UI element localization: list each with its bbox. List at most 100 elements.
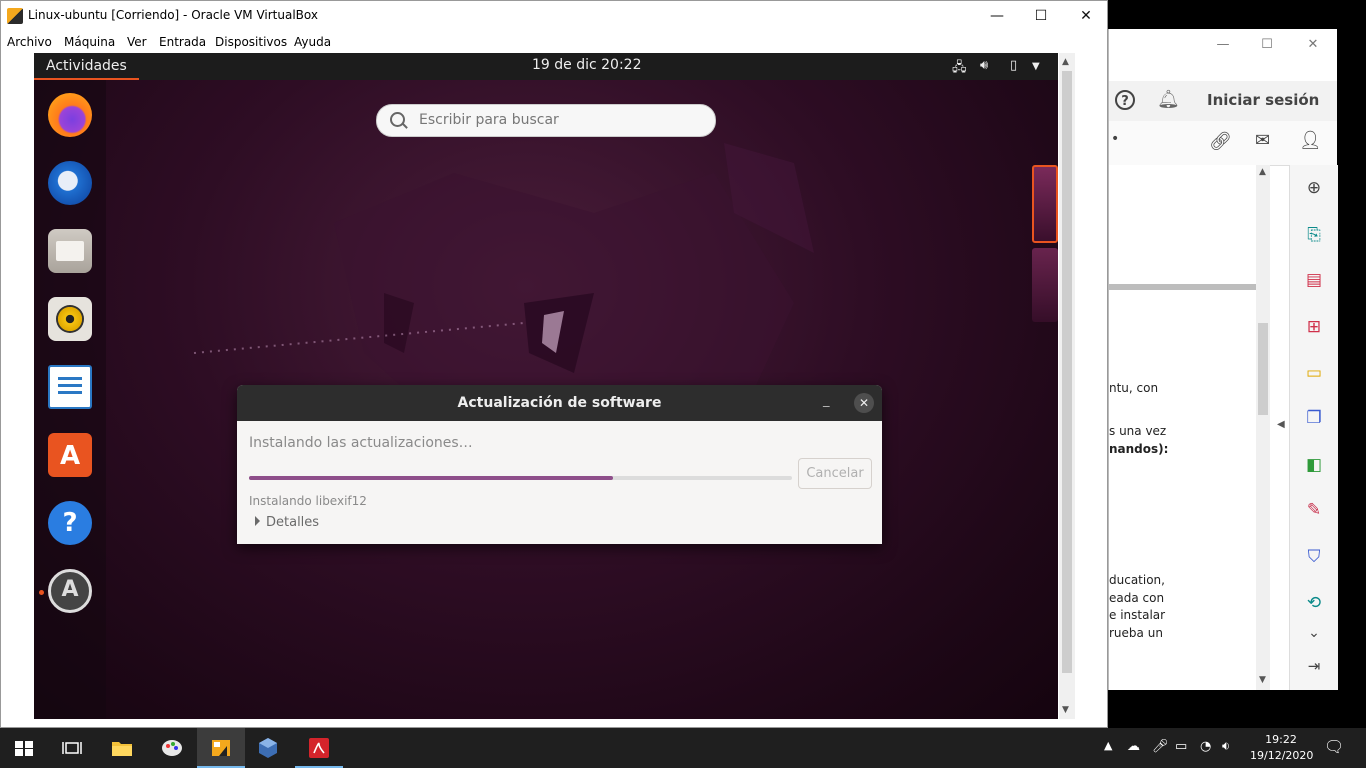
wifi-icon[interactable]: ◔ xyxy=(1200,739,1211,754)
taskbar-virtualbox-vm[interactable] xyxy=(197,728,245,768)
create-pdf-icon[interactable]: ⊞ xyxy=(1302,315,1326,339)
scan-icon[interactable]: ⟲ xyxy=(1302,591,1326,615)
onedrive-icon[interactable]: ☁ xyxy=(1127,739,1140,754)
status-text: Instalando las actualizaciones… xyxy=(249,435,473,451)
search-bar[interactable] xyxy=(376,104,716,137)
network-icon[interactable]: 🖧︎ xyxy=(952,58,967,80)
menu-ver[interactable]: Ver xyxy=(127,35,147,49)
panel-collapse-icon[interactable]: ◀ xyxy=(1277,419,1285,430)
doc-line: nandos): xyxy=(1109,442,1169,456)
software-updater-icon[interactable]: A xyxy=(48,569,92,613)
window-title: Linux-ubuntu [Corriendo] - Oracle VM Vir… xyxy=(28,8,318,22)
minimize-icon[interactable]: — xyxy=(1215,37,1231,53)
vbox-scrollbar[interactable]: ▲ ▼ xyxy=(1059,53,1075,719)
acrobat-document-pane: ntu, con s una vez nandos): ducation, ea… xyxy=(1109,165,1256,690)
dialog-title: Actualización de software xyxy=(457,395,662,411)
scroll-down-icon[interactable]: ▼ xyxy=(1062,705,1069,715)
close-icon[interactable]: ✕ xyxy=(854,393,874,413)
comment-icon[interactable]: ▭ xyxy=(1302,361,1326,385)
taskbar-virtualbox-manager[interactable] xyxy=(244,728,292,768)
scroll-thumb[interactable] xyxy=(1258,323,1268,415)
folder-icon xyxy=(112,742,132,756)
ubuntu-software-icon[interactable]: A xyxy=(48,433,92,477)
close-icon[interactable]: ✕ xyxy=(1305,37,1321,53)
acrobat-top-toolbar: ? 🔔︎ Iniciar sesión xyxy=(1109,81,1337,122)
protect-icon[interactable]: ⛉ xyxy=(1302,545,1326,569)
progress-fill xyxy=(249,476,613,480)
acrobat-second-toolbar: • 🔗︎ ✉ 👤︎ xyxy=(1109,121,1337,166)
ubuntu-desktop: Actividades 19 de dic 20:22 🖧︎ 🔊︎ ▯ ▼ A xyxy=(34,53,1058,719)
rhythmbox-icon[interactable] xyxy=(48,297,92,341)
menu-entrada[interactable]: Entrada xyxy=(159,35,206,49)
taskbar-clock[interactable]: 19:22 19/12/2020 xyxy=(1250,732,1313,764)
microphone-icon[interactable]: 🎤︎ xyxy=(1152,739,1169,754)
acrobat-window: — ☐ ✕ ? 🔔︎ Iniciar sesión • 🔗︎ ✉ 👤︎ ntu,… xyxy=(1108,29,1338,690)
search-input[interactable] xyxy=(417,111,701,129)
link-icon[interactable]: 🔗︎ xyxy=(1209,131,1232,152)
virtualbox-vm-icon xyxy=(212,740,230,756)
help-icon[interactable]: ? xyxy=(48,501,92,545)
minimize-icon[interactable]: _ xyxy=(823,393,837,409)
dialog-header: Actualización de software _ ✕ xyxy=(237,385,882,421)
task-view-button[interactable] xyxy=(48,728,96,768)
libreoffice-writer-icon[interactable] xyxy=(48,365,92,409)
chevron-down-icon[interactable]: ⌄ xyxy=(1302,621,1326,645)
scroll-up-icon[interactable]: ▲ xyxy=(1259,167,1266,177)
cancel-button[interactable]: Cancelar xyxy=(798,458,872,489)
organize-pages-icon[interactable]: ▤ xyxy=(1302,268,1326,292)
notifications-icon[interactable]: 🗨︎ xyxy=(1324,737,1344,756)
acrobat-scrollbar[interactable]: ▲ ▼ xyxy=(1256,165,1270,690)
clock[interactable]: 19 de dic 20:22 xyxy=(532,57,641,73)
firefox-icon[interactable] xyxy=(48,93,92,137)
scroll-down-icon[interactable]: ▼ xyxy=(1259,675,1266,685)
taskbar-acrobat[interactable] xyxy=(295,728,343,768)
system-menu-arrow-icon[interactable]: ▼ xyxy=(1032,61,1040,72)
task-view-icon xyxy=(62,742,82,754)
battery-icon[interactable]: ▯ xyxy=(1010,58,1017,73)
speaker-icon[interactable]: 🔉︎ xyxy=(1222,739,1230,754)
files-icon[interactable] xyxy=(48,229,92,273)
compress-icon[interactable]: ◧ xyxy=(1302,453,1326,477)
minimize-button[interactable]: — xyxy=(974,1,1020,31)
ubuntu-dock: A ? A xyxy=(34,80,106,719)
export-pdf-icon[interactable]: ⎘ xyxy=(1302,223,1326,247)
combine-icon[interactable]: ❐ xyxy=(1302,406,1326,430)
fill-sign-icon[interactable]: ✎ xyxy=(1302,498,1326,522)
taskbar-paint[interactable] xyxy=(148,728,196,768)
maximize-button[interactable]: ☐ xyxy=(1018,1,1064,31)
expander-arrow-icon xyxy=(255,516,260,526)
help-icon[interactable]: ? xyxy=(1115,90,1135,110)
activities-button[interactable]: Actividades xyxy=(34,53,139,80)
menu-maquina[interactable]: Máquina xyxy=(64,35,115,49)
zoom-icon[interactable]: ⊕ xyxy=(1302,176,1326,200)
mail-icon[interactable]: ✉ xyxy=(1255,130,1270,151)
battery-icon[interactable]: ▭ xyxy=(1175,739,1187,754)
doc-line: ntu, con xyxy=(1109,381,1159,395)
tray-overflow-icon[interactable]: ▲ xyxy=(1104,739,1112,752)
details-expander[interactable]: Detalles xyxy=(255,515,319,530)
maximize-icon[interactable]: ☐ xyxy=(1259,37,1275,53)
menu-dispositivos[interactable]: Dispositivos xyxy=(215,35,287,49)
signin-link[interactable]: Iniciar sesión xyxy=(1207,91,1319,109)
time-text: 19:22 xyxy=(1265,733,1297,746)
scroll-thumb[interactable] xyxy=(1062,71,1072,673)
software-update-dialog: Actualización de software _ ✕ Instalando… xyxy=(237,385,882,544)
volume-icon[interactable]: 🔊︎ xyxy=(980,58,988,73)
scroll-up-icon[interactable]: ▲ xyxy=(1062,57,1069,67)
running-indicator xyxy=(39,590,44,595)
workspace-thumbnail-2[interactable] xyxy=(1032,248,1058,322)
menu-archivo[interactable]: Archivo xyxy=(7,35,52,49)
workspace-thumbnail-1[interactable] xyxy=(1032,165,1058,243)
add-user-icon[interactable]: 👤︎ xyxy=(1299,130,1322,151)
collapse-panel-icon[interactable]: ⇥ xyxy=(1302,654,1326,678)
start-button[interactable] xyxy=(0,728,48,768)
progress-bar xyxy=(249,476,792,480)
thunderbird-icon[interactable] xyxy=(48,161,92,205)
menu-ayuda[interactable]: Ayuda xyxy=(294,35,331,49)
close-button[interactable]: ✕ xyxy=(1063,1,1109,31)
virtualbox-cube-icon xyxy=(259,738,277,758)
acrobat-tools-panel: ⊕ ⎘ ▤ ⊞ ▭ ❐ ◧ ✎ ⛉ ⟲ ⌄ ⇥ xyxy=(1289,165,1338,690)
bell-icon[interactable]: 🔔︎ xyxy=(1157,89,1180,110)
windows-taskbar: ▲ ☁ 🎤︎ ▭ ◔ 🔉︎ 19:22 19/12/2020 🗨︎ xyxy=(0,728,1366,768)
taskbar-file-explorer[interactable] xyxy=(98,728,146,768)
